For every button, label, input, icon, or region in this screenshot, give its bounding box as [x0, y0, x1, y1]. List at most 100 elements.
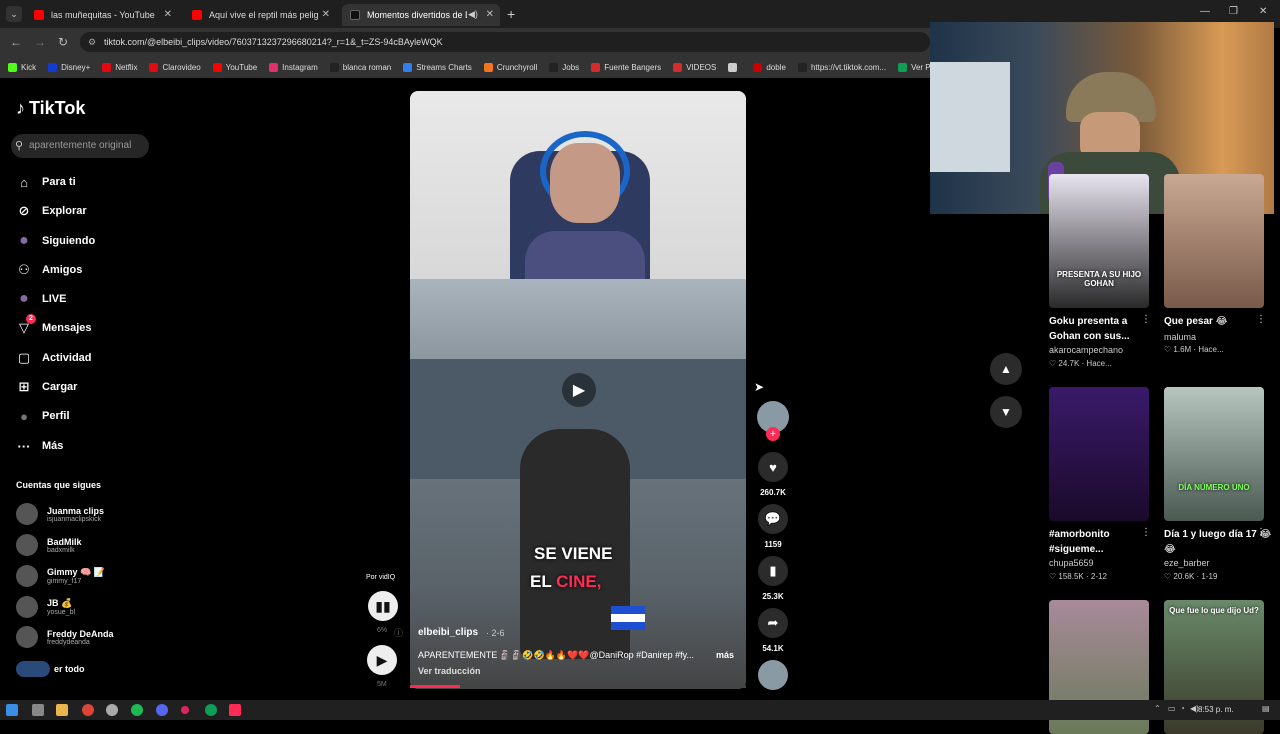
save-button[interactable]: ▮: [758, 556, 788, 586]
sidebar-item-siguiendo[interactable]: ● Siguiendo: [16, 231, 95, 251]
related-video-user[interactable]: eze_barber: [1164, 558, 1210, 568]
sidebar-item-mensajes[interactable]: ▽ Mensajes 2: [16, 314, 92, 338]
close-window-icon[interactable]: ✕: [1259, 6, 1267, 17]
sidebar-item-m-s[interactable]: ··· Más: [16, 436, 64, 456]
bookmark-item[interactable]: Fuente Bangers: [591, 62, 661, 72]
spotify-icon[interactable]: [131, 704, 143, 716]
comment-button[interactable]: 💬: [758, 504, 788, 534]
bookmark-item[interactable]: Instagram: [269, 62, 318, 72]
bookmark-item[interactable]: blanca roman: [329, 62, 391, 72]
video-progress-bar[interactable]: [410, 685, 746, 688]
bookmark-item[interactable]: [728, 62, 741, 72]
related-video-user[interactable]: akarocampechano: [1049, 345, 1123, 355]
video-author[interactable]: elbeibi_clips: [418, 627, 478, 638]
stats-button[interactable]: ▮▮: [368, 591, 398, 621]
translate-link[interactable]: Ver traducción: [418, 666, 481, 676]
sidebar-item-cargar[interactable]: ⊞ Cargar: [16, 377, 78, 397]
wifi-icon[interactable]: ◔: [1180, 704, 1185, 713]
bookmark-item[interactable]: Crunchyroll: [483, 62, 538, 72]
related-video-user[interactable]: chupa5659: [1049, 558, 1094, 568]
info-icon[interactable]: ⓘ: [394, 626, 403, 639]
close-tab-icon[interactable]: ✕: [486, 9, 494, 20]
windows-start-icon[interactable]: [6, 704, 18, 716]
sidebar-item-actividad[interactable]: ▢ Actividad: [16, 348, 92, 368]
back-icon[interactable]: ←: [10, 35, 22, 49]
bookmark-item[interactable]: Streams Charts: [403, 62, 472, 72]
bookmark-item[interactable]: Netflix: [102, 62, 137, 72]
close-tab-icon[interactable]: ✕: [322, 9, 330, 20]
browser-tab-active[interactable]: Momentos divertidos de Da ◀) ✕: [342, 4, 500, 26]
play-button[interactable]: ▶: [367, 645, 397, 675]
bookmark-item[interactable]: Jobs: [549, 62, 579, 72]
tab-list-dropdown-icon[interactable]: ⌄: [6, 6, 22, 22]
related-video-user[interactable]: maluma: [1164, 332, 1196, 342]
restore-window-icon[interactable]: ❐: [1229, 6, 1238, 17]
bookmark-item[interactable]: Clarovideo: [149, 62, 201, 72]
chrome-icon[interactable]: [82, 704, 94, 716]
network-icon[interactable]: ▭: [1168, 704, 1176, 713]
sidebar-item-amigos[interactable]: ⚇ Amigos: [16, 260, 82, 280]
related-video-thumbnail[interactable]: [1049, 387, 1149, 521]
app-icon[interactable]: [106, 704, 118, 716]
related-video-thumbnail[interactable]: DÍA NÚMERO UNO: [1164, 387, 1264, 521]
see-all-link[interactable]: er todo: [16, 661, 85, 677]
related-video-thumbnail[interactable]: PRESENTA A SU HIJO GOHAN: [1049, 174, 1149, 308]
music-disc-icon[interactable]: [758, 660, 788, 690]
follow-plus-icon[interactable]: +: [766, 427, 780, 441]
notifications-icon[interactable]: ▤: [1262, 704, 1270, 713]
search-input[interactable]: ⚲ aparentemente original: [11, 134, 149, 158]
new-tab-button[interactable]: +: [507, 6, 515, 22]
sidebar-item-para-ti[interactable]: ⌂ Para ti: [16, 172, 76, 192]
bookmark-item[interactable]: doble: [753, 62, 786, 72]
minimize-window-icon[interactable]: —: [1200, 6, 1210, 17]
app-icon[interactable]: [181, 706, 189, 714]
discord-icon[interactable]: [156, 704, 168, 716]
bookmark-label: Crunchyroll: [496, 62, 538, 72]
more-options-icon[interactable]: ⋮: [1141, 314, 1151, 325]
more-options-icon[interactable]: ⋮: [1141, 527, 1151, 538]
forward-icon[interactable]: →: [34, 35, 46, 49]
avatar: [16, 565, 38, 587]
previous-video-button[interactable]: ▲: [990, 353, 1022, 385]
next-video-button[interactable]: ▼: [990, 396, 1022, 428]
more-link[interactable]: más: [716, 650, 734, 660]
following-account[interactable]: Gimmy 🧠 📝 gimmy_f17: [16, 565, 105, 587]
related-video-thumbnail[interactable]: [1164, 174, 1264, 308]
bookmark-item[interactable]: https://vt.tiktok.com...: [797, 62, 886, 72]
bookmark-item[interactable]: Kick: [8, 62, 37, 72]
tray-chevron-icon[interactable]: ⌃: [1154, 704, 1161, 713]
share-button[interactable]: ➦: [758, 608, 788, 638]
file-explorer-icon[interactable]: [56, 704, 68, 716]
bar-chart-icon: ▮▮: [375, 597, 391, 614]
tiktok-logo[interactable]: ♪ TikTok: [16, 98, 85, 119]
speaker-icon[interactable]: ◀): [468, 9, 478, 20]
more-options-icon[interactable]: ⋮: [1256, 527, 1266, 538]
bookmark-item[interactable]: VIDEOS: [673, 62, 716, 72]
site-info-icon[interactable]: ⚙: [88, 32, 96, 52]
bookmark-item[interactable]: YouTube: [212, 62, 257, 72]
following-account[interactable]: Juanma clips isjuanmaclipskick: [16, 503, 104, 525]
bookmark-item[interactable]: Ver Pa: [898, 62, 930, 72]
sidebar-item-perfil[interactable]: ● Perfil: [16, 406, 69, 426]
bookmark-favicon-icon: [728, 62, 738, 72]
following-account[interactable]: JB 💰 yosue_bl: [16, 596, 75, 618]
following-account[interactable]: Freddy DeAnda freddydeanda: [16, 626, 114, 648]
app-icon[interactable]: [32, 704, 44, 716]
bookmark-label: Kick: [21, 62, 37, 72]
bookmark-item[interactable]: Disney+: [48, 62, 90, 72]
close-tab-icon[interactable]: ✕: [164, 9, 172, 20]
tiktok-app-icon[interactable]: [229, 704, 241, 716]
taskbar-clock[interactable]: 8:53 p. m.: [1198, 705, 1234, 714]
avatar: [16, 596, 38, 618]
reload-icon[interactable]: ↻: [58, 35, 68, 49]
chrome-icon[interactable]: [205, 704, 217, 716]
browser-tab[interactable]: Aquí vive el reptil más peligros ✕: [184, 4, 336, 26]
more-options-icon[interactable]: ⋮: [1256, 314, 1266, 325]
url-field[interactable]: ⚙ tiktok.com/@elbeibi_clips/video/760371…: [80, 32, 930, 52]
sidebar-item-live[interactable]: ● LIVE: [16, 289, 66, 309]
like-button[interactable]: ♥: [758, 452, 788, 482]
play-icon[interactable]: ▶: [562, 373, 596, 407]
sidebar-item-explorar[interactable]: ⊘ Explorar: [16, 201, 87, 221]
browser-tab[interactable]: las muñequitas - YouTube ✕: [26, 4, 178, 26]
following-account[interactable]: BadMilk badxmilk: [16, 534, 82, 556]
